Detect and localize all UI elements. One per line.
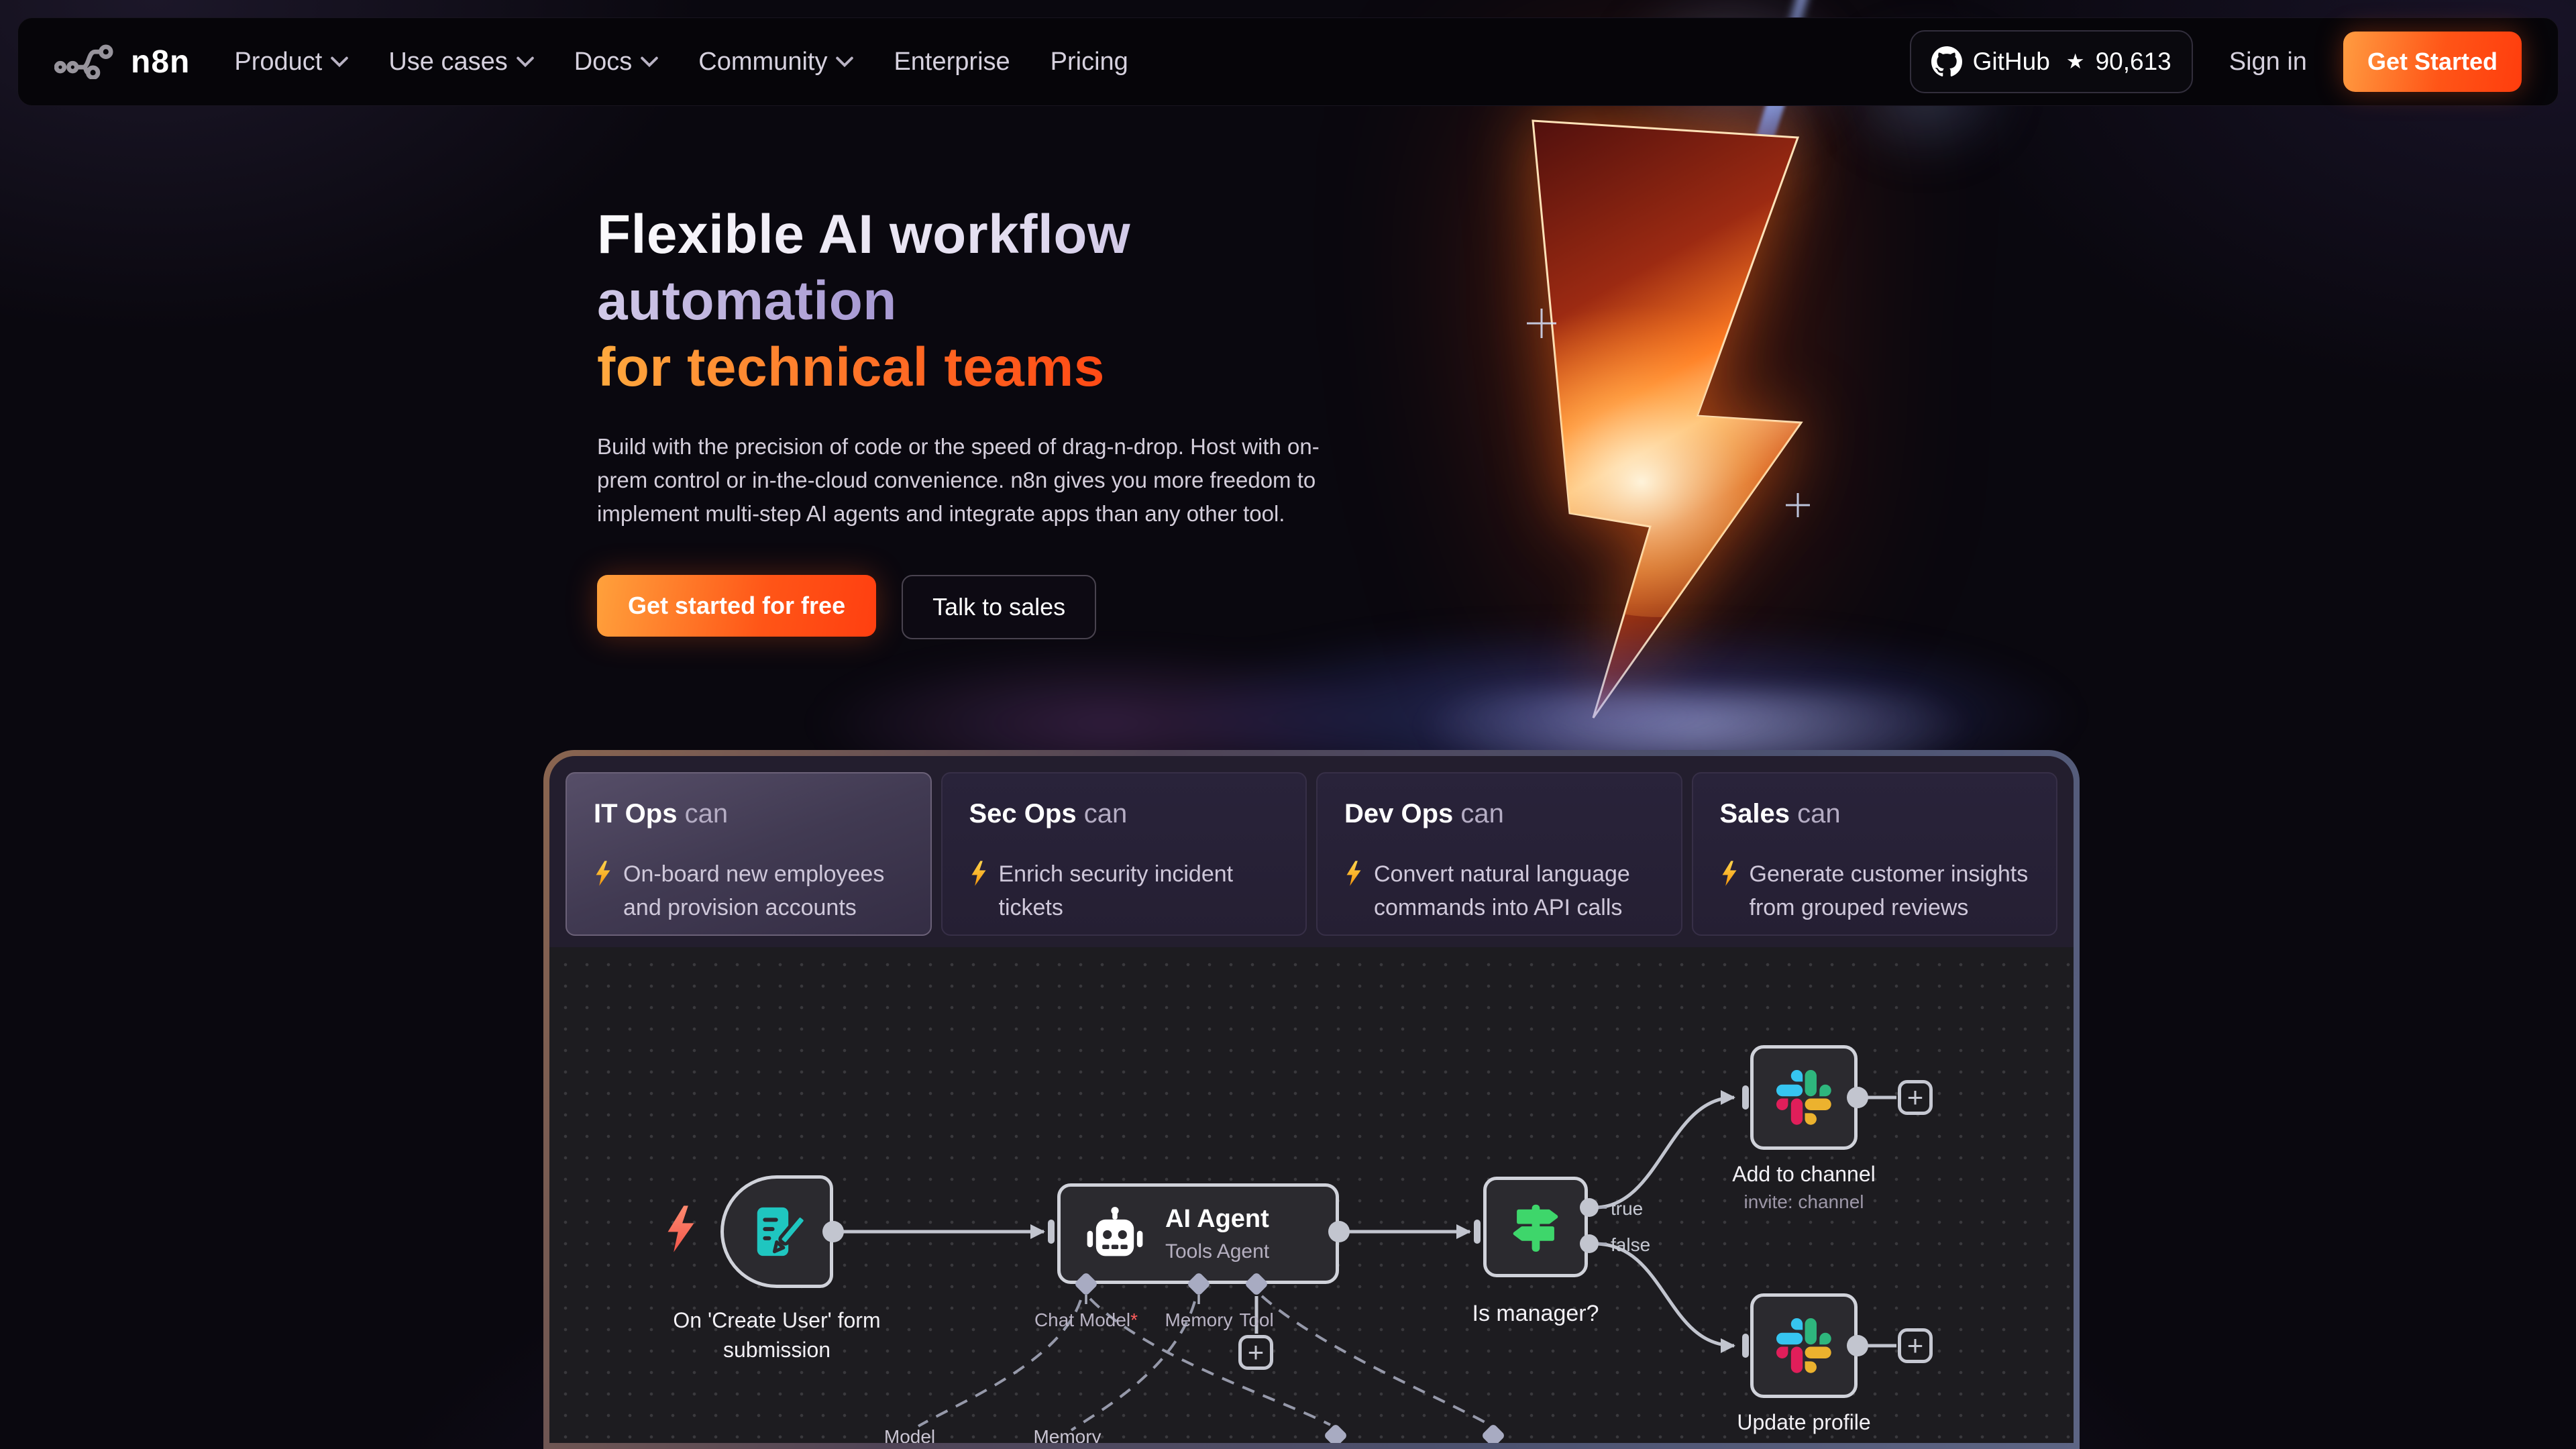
card-text: On-board new employees and provision acc… — [623, 857, 904, 924]
slack-top-sublabel: invite: channel — [1743, 1191, 1864, 1213]
workflow-panel: IT Ops can On-board new employees and pr… — [543, 750, 2080, 1449]
use-case-card-sec-ops[interactable]: Sec Ops can Enrich security incident tic… — [941, 772, 1307, 936]
nav-item-community[interactable]: Community — [698, 48, 853, 76]
chevron-down-icon — [331, 56, 348, 68]
add-tool-button[interactable]: + — [1238, 1335, 1273, 1370]
hero-section: Flexible AI workflow automation for tech… — [597, 201, 1362, 639]
card-text: Generate customer insights from grouped … — [1750, 857, 2030, 924]
bolt-icon — [969, 861, 988, 886]
n8n-logo[interactable]: n8n — [54, 44, 190, 80]
ai-agent-node[interactable]: AI Agent Tools Agent — [1057, 1183, 1339, 1284]
nav-item-docs[interactable]: Docs — [574, 48, 659, 76]
card-text: Enrich security incident tickets — [999, 857, 1279, 924]
star-icon: ★ — [2066, 50, 2085, 74]
slack-bottom-label: Update profile — [1737, 1407, 1870, 1437]
branch-label-true: true — [1611, 1198, 1643, 1220]
use-case-tabs: IT Ops can On-board new employees and pr… — [566, 772, 2057, 936]
lightning-bolt-image — [1483, 101, 1858, 731]
connector-label-memory: Memory — [1165, 1309, 1232, 1331]
chevron-down-icon — [641, 56, 658, 68]
nav-label: Pricing — [1051, 48, 1128, 76]
bottom-label-model: Model — [884, 1426, 935, 1443]
hero-title: Flexible AI workflow automation for tech… — [597, 201, 1362, 400]
form-icon — [748, 1203, 806, 1260]
bolt-icon — [1720, 861, 1739, 886]
card-title: IT Ops can — [594, 799, 904, 829]
bolt-icon — [1344, 861, 1363, 886]
github-star-count: 90,613 — [2096, 48, 2171, 76]
agent-node-title: AI Agent — [1165, 1205, 1269, 1234]
connector-label-chat-model: Chat Model* — [1034, 1309, 1138, 1331]
slack-icon — [1776, 1070, 1831, 1125]
hero-title-line2: for technical teams — [597, 337, 1105, 398]
n8n-logo-icon — [54, 44, 119, 79]
logo-text: n8n — [131, 44, 190, 80]
card-title: Dev Ops can — [1344, 799, 1654, 829]
talk-to-sales-button[interactable]: Talk to sales — [902, 575, 1096, 639]
github-stars-button[interactable]: GitHub ★ 90,613 — [1910, 30, 2193, 93]
slack-add-to-channel-node[interactable] — [1750, 1045, 1858, 1150]
nav-label: Docs — [574, 48, 633, 76]
chevron-down-icon — [517, 56, 534, 68]
github-icon — [1931, 46, 1962, 77]
hero-description: Build with the precision of code or the … — [597, 430, 1325, 531]
main-menu: Product Use cases Docs Community Enterpr… — [234, 48, 1128, 76]
use-case-card-sales[interactable]: Sales can Generate customer insights fro… — [1692, 772, 2058, 936]
form-trigger-node[interactable] — [720, 1175, 833, 1288]
add-node-button[interactable]: + — [1898, 1328, 1933, 1363]
use-case-card-dev-ops[interactable]: Dev Ops can Convert natural language com… — [1316, 772, 1682, 936]
if-node[interactable] — [1483, 1177, 1588, 1277]
card-text: Convert natural language commands into A… — [1374, 857, 1654, 924]
hero-title-line1: Flexible AI workflow automation — [597, 204, 1130, 331]
nav-label: Enterprise — [894, 48, 1010, 76]
if-node-label: Is manager? — [1472, 1299, 1599, 1328]
nav-label: Use cases — [388, 48, 507, 76]
chevron-down-icon — [836, 56, 853, 68]
form-node-label: On 'Create User' form submission — [629, 1305, 924, 1364]
nav-item-use-cases[interactable]: Use cases — [388, 48, 533, 76]
branch-label-false: false — [1611, 1234, 1650, 1256]
nav-label: Product — [234, 48, 322, 76]
trigger-bolt-icon — [663, 1205, 698, 1253]
nav-item-enterprise[interactable]: Enterprise — [894, 48, 1010, 76]
required-marker: * — [1130, 1309, 1138, 1330]
connector-label-tool: Tool — [1239, 1309, 1273, 1331]
nav-item-product[interactable]: Product — [234, 48, 348, 76]
add-node-button[interactable]: + — [1898, 1080, 1933, 1115]
nav-item-pricing[interactable]: Pricing — [1051, 48, 1128, 76]
use-case-card-it-ops[interactable]: IT Ops can On-board new employees and pr… — [566, 772, 932, 936]
page: n8n Product Use cases Docs Community — [0, 0, 2576, 1449]
card-title: Sales can — [1720, 799, 2030, 829]
card-title: Sec Ops can — [969, 799, 1279, 829]
bottom-label-memory: Memory — [1033, 1426, 1101, 1443]
get-started-button[interactable]: Get Started — [2343, 32, 2522, 92]
get-started-free-button[interactable]: Get started for free — [597, 575, 876, 637]
workflow-canvas[interactable]: On 'Create User' form submission — [549, 947, 2074, 1443]
github-label: GitHub — [1973, 48, 2050, 76]
signpost-icon — [1505, 1197, 1566, 1257]
navbar: n8n Product Use cases Docs Community — [17, 17, 2559, 106]
bolt-icon — [594, 861, 612, 886]
agent-node-subtitle: Tools Agent — [1165, 1240, 1269, 1263]
slack-update-profile-node[interactable] — [1750, 1293, 1858, 1398]
workflow-panel-inner: IT Ops can On-board new employees and pr… — [549, 756, 2074, 1443]
slack-top-label: Add to channel — [1732, 1159, 1876, 1189]
nav-label: Community — [698, 48, 827, 76]
sign-in-link[interactable]: Sign in — [2229, 48, 2307, 76]
slack-icon — [1776, 1318, 1831, 1373]
robot-icon — [1083, 1205, 1146, 1263]
